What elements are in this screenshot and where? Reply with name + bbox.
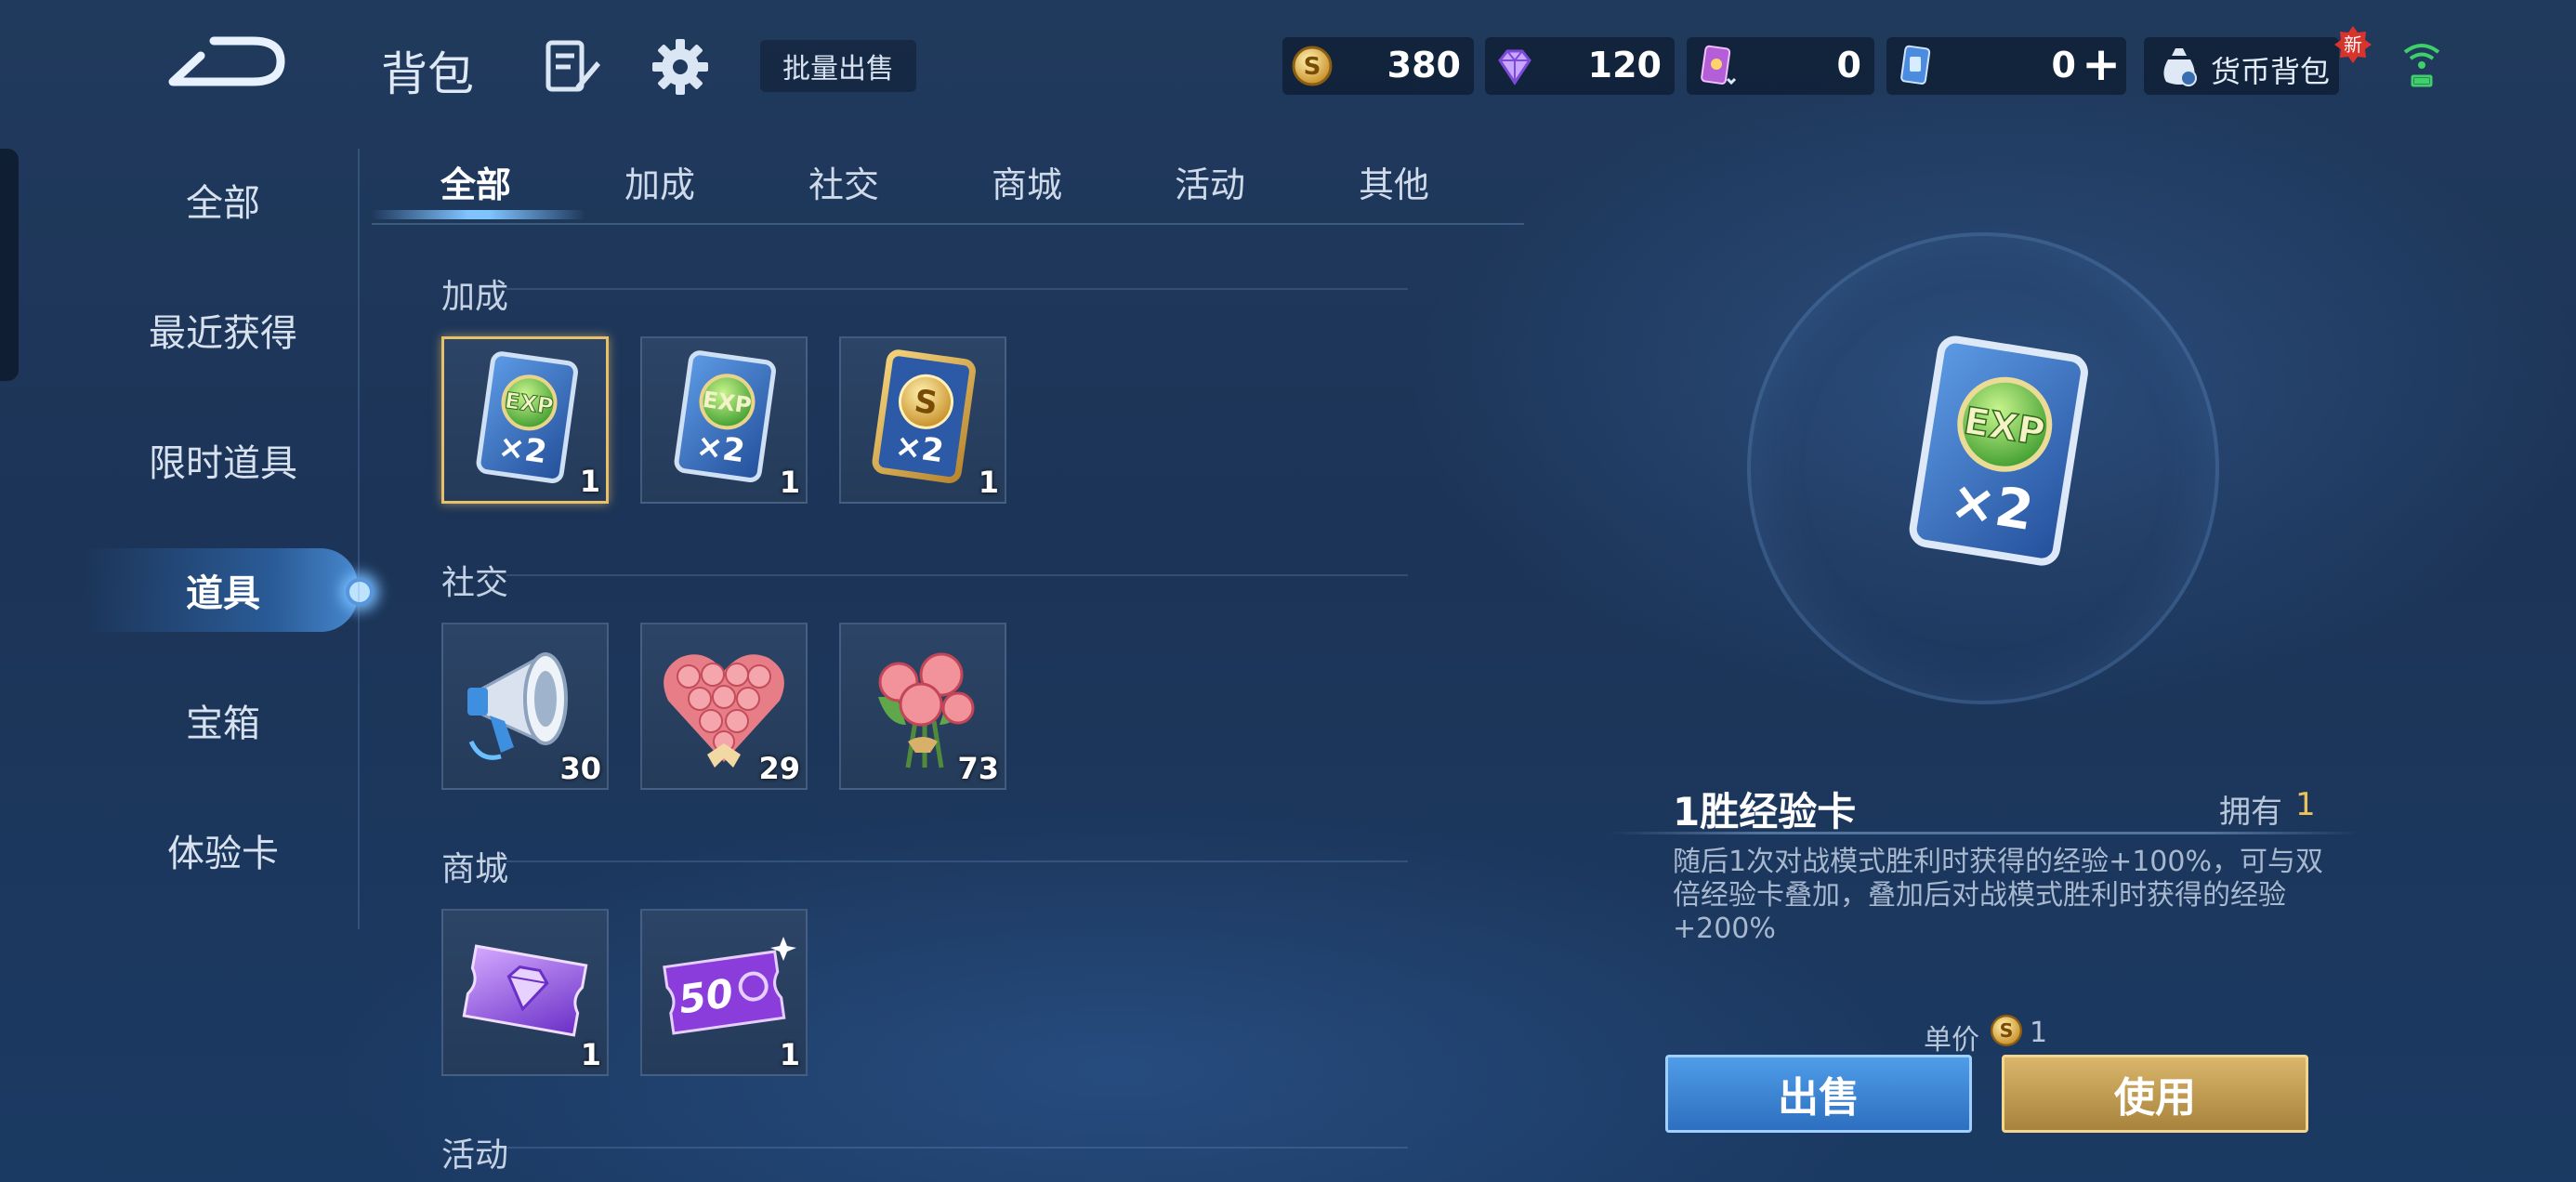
item-coupon-ticket[interactable]: 50 1 [640,909,808,1076]
tab-social[interactable]: 社交 [751,156,937,207]
tab-active-underline [372,210,585,219]
item-count: 1 [779,465,800,500]
back-arrow-icon[interactable] [167,28,288,95]
section-title-event: 活动 [441,1136,509,1175]
plus-icon[interactable]: + [2082,41,2121,87]
use-button[interactable]: 使用 [2002,1055,2308,1133]
item-description: 随后1次对战模式胜利时获得的经验+100%，可与双倍经验卡叠加，叠加后对战模式胜… [1673,846,2323,945]
item-exp-card-2[interactable]: EXP ×2 1 [640,336,808,504]
tab-all[interactable]: 全部 [383,156,569,207]
item-count: 1 [580,1037,601,1072]
owned-label: 拥有 [2219,794,2282,831]
tab-event[interactable]: 活动 [1117,156,1303,207]
wifi-signal-icon [2403,44,2440,87]
item-count: 29 [758,751,800,786]
sell-button[interactable]: 出售 [1665,1055,1972,1133]
gear-icon[interactable] [651,37,710,97]
svg-text:S: S [2000,1019,2014,1042]
tab-bonus[interactable]: 加成 [567,156,753,207]
section-title-bonus: 加成 [441,278,509,316]
gold-card-icon: S ×2 [872,349,976,484]
new-badge: 新 [2334,26,2372,63]
item-rose-bouquet[interactable]: 73 [839,623,1006,790]
edit-list-icon[interactable] [543,37,602,97]
diamond-icon [1498,49,1531,85]
sidebar-item-props[interactable]: 道具 [0,563,446,617]
exp-card-preview-icon: EXP ×2 [1909,335,2088,566]
section-divider [506,288,1408,290]
svg-text:×2: ×2 [694,427,747,470]
item-diamond-ticket[interactable]: 1 [441,909,609,1076]
svg-text:×2: ×2 [893,427,946,470]
svg-text:×2: ×2 [496,427,549,471]
currency-purple-card[interactable]: 0 [1687,37,1874,95]
section-divider [506,574,1408,576]
section-title-shop: 商城 [441,850,509,888]
section-divider [506,860,1408,862]
sidebar-item-recent[interactable]: 最近获得 [0,303,446,357]
item-count: 30 [559,751,601,786]
gold-coin-icon: S [1990,1014,2023,1047]
currency-diamond: 120 [1485,37,1675,95]
unit-price-label: 单价 [1924,1024,1979,1057]
item-rose-heart[interactable]: 29 [640,623,808,790]
currency-bag-button[interactable]: 货币背包 [2144,37,2339,95]
svg-text:50: 50 [676,970,736,1023]
item-name: 1胜经验卡 [1673,789,1857,834]
money-bag-icon [2163,48,2197,86]
sidebar-item-limited[interactable]: 限时道具 [0,433,446,487]
purple-card-value: 0 [1836,45,1861,85]
svg-text:×2: ×2 [1946,467,2038,543]
tab-other[interactable]: 其他 [1301,156,1487,207]
svg-text:S: S [1304,53,1321,81]
item-exp-card-1[interactable]: EXP ×2 1 [441,336,609,504]
tab-shop[interactable]: 商城 [934,156,1120,207]
blue-card-value: 0 [2051,45,2076,85]
gold-coin-icon: S [1292,46,1333,86]
sidebar: 全部 最近获得 限时道具 道具 宝箱 体验卡 [0,149,360,929]
item-count: 1 [978,465,999,500]
section-divider [506,1147,1408,1149]
bulk-sell-button[interactable]: 批量出售 [760,40,916,92]
currency-blue-card[interactable]: 0 + [1886,37,2126,95]
detail-divider [1608,832,2360,834]
blue-card-icon [1900,45,1931,85]
unit-price-value: 1 [2030,1017,2048,1049]
section-title-social: 社交 [441,564,509,602]
exp-card-icon: EXP ×2 [674,350,776,483]
diamond-ticket-icon [462,944,588,1037]
page-title: 背包 [381,47,474,101]
purple-card-icon [1701,45,1737,85]
item-count: 1 [779,1037,800,1072]
sidebar-item-chest[interactable]: 宝箱 [0,693,446,747]
svg-text:新: 新 [2344,33,2362,56]
coupon-ticket-icon: 50 [663,937,796,1035]
item-gold-card[interactable]: S ×2 1 [839,336,1006,504]
exp-card-icon: EXP ×2 [476,351,578,484]
currency-gold: S 380 [1282,37,1474,95]
diamond-value: 120 [1587,45,1662,85]
owned-value: 1 [2295,786,2316,823]
currency-bag-label: 货币背包 [2211,54,2331,89]
sidebar-item-trial-card[interactable]: 体验卡 [0,823,446,877]
item-megaphone[interactable]: 30 [441,623,609,790]
item-count: 73 [957,751,999,786]
item-count: 1 [579,464,600,499]
gold-value: 380 [1387,45,1461,85]
